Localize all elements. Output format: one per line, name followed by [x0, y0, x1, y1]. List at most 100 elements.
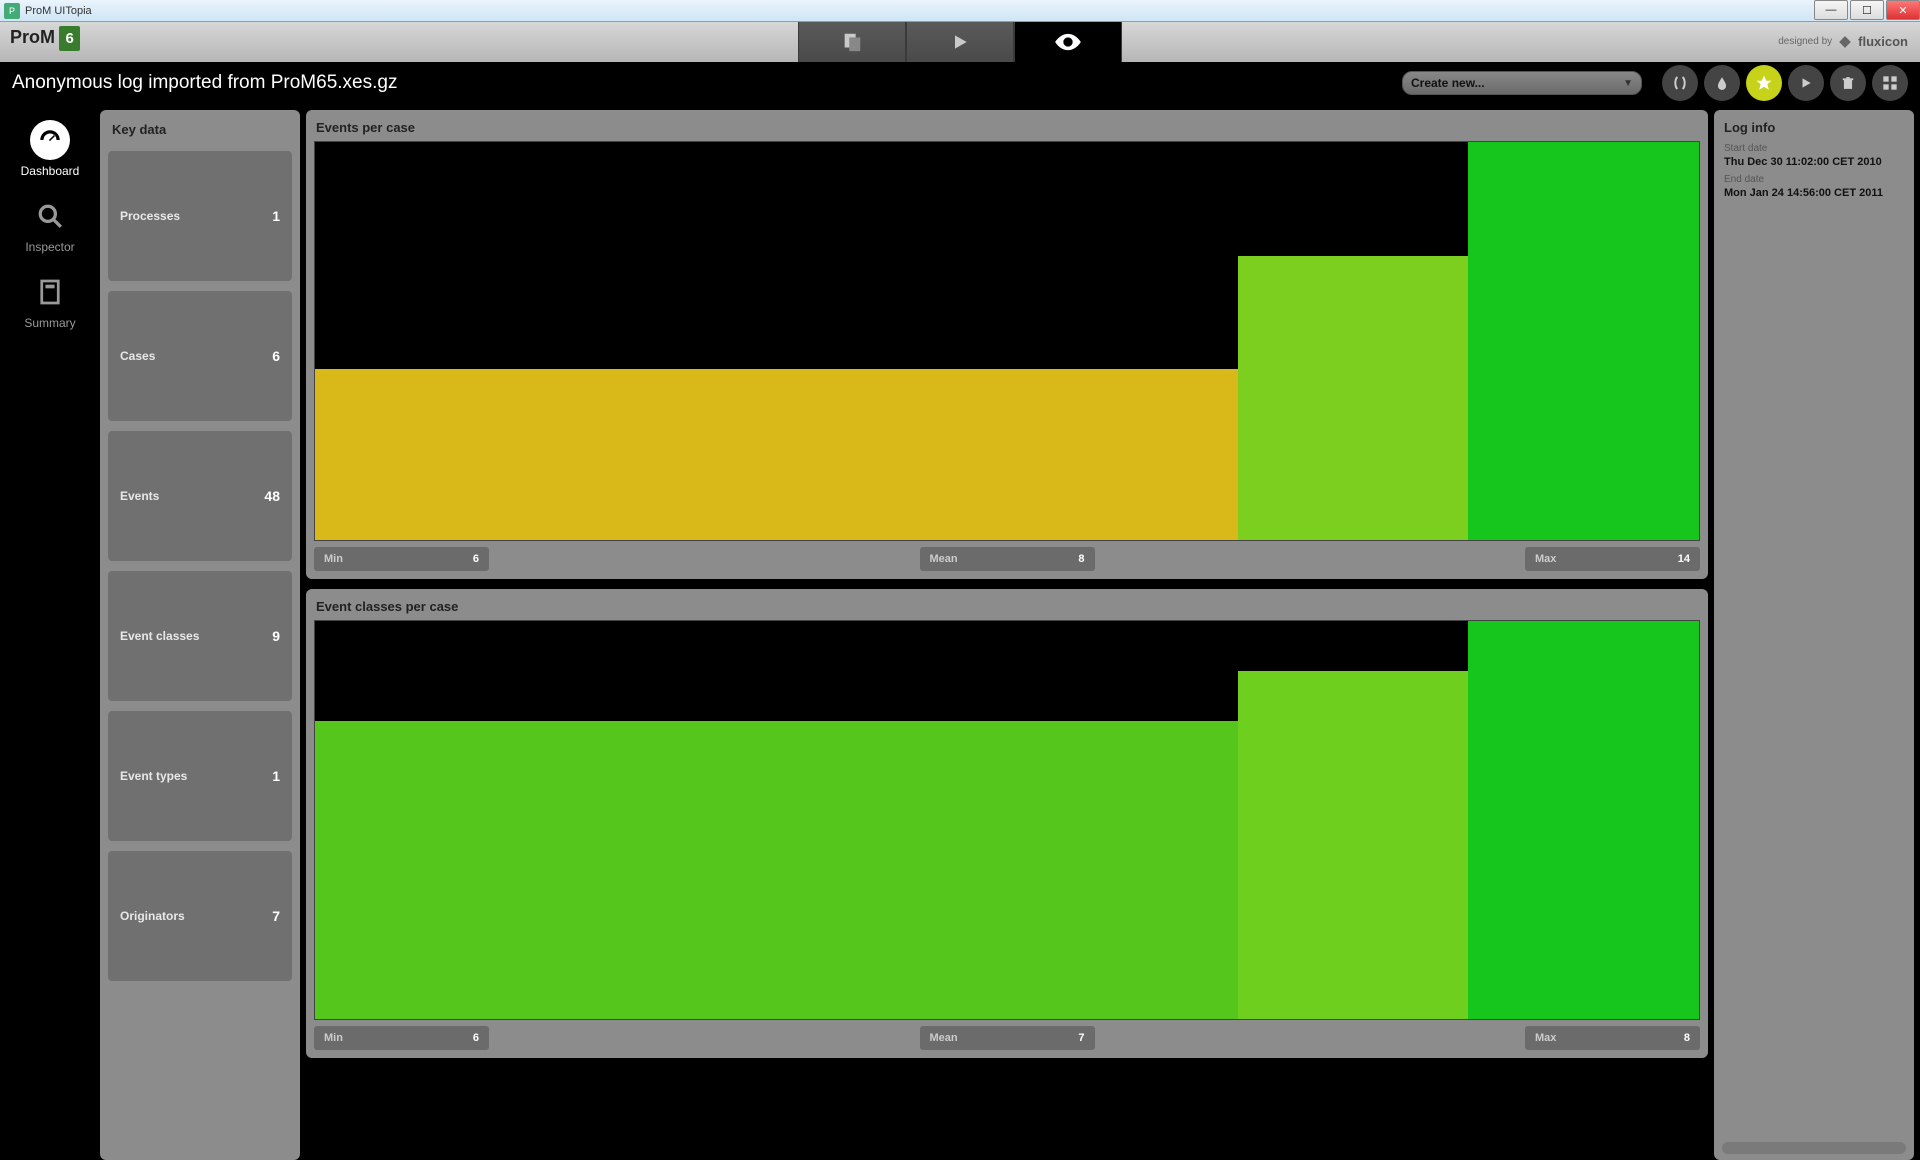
run-button[interactable] [1788, 65, 1824, 101]
stat-value: 14 [1678, 553, 1690, 565]
kd-label: Event types [120, 769, 187, 783]
tab-actions[interactable] [906, 22, 1014, 62]
app-header: ProM 6 designed by fluxicon [0, 22, 1920, 62]
logo-text: ProM [10, 27, 55, 47]
chart-bar [315, 721, 546, 1020]
drop-icon [1715, 74, 1729, 92]
maximize-button[interactable]: ☐ [1850, 0, 1884, 20]
chevron-down-icon: ▼ [1623, 78, 1633, 89]
filter-button[interactable] [1704, 65, 1740, 101]
nav-inspector-label: Inspector [14, 240, 86, 254]
stat-value: 6 [473, 553, 479, 565]
stat-label: Min [324, 553, 343, 565]
nav-dashboard[interactable]: Dashboard [14, 120, 86, 178]
stat-label: Max [1535, 1032, 1556, 1044]
stat-label: Min [324, 1032, 343, 1044]
kd-cases[interactable]: Cases 6 [108, 291, 292, 421]
start-date-label: Start date [1724, 143, 1904, 154]
stat-mean: Mean 7 [920, 1026, 1095, 1050]
event-classes-per-case-panel: Event classes per case Min 6 Mean 7 Max … [306, 589, 1708, 1058]
refresh-button[interactable] [1662, 65, 1698, 101]
close-button[interactable]: ✕ [1886, 0, 1920, 20]
chart-bar [1238, 671, 1469, 1019]
brand-designed-by: designed by [1778, 36, 1832, 47]
trash-icon [1841, 75, 1855, 91]
kd-label: Cases [120, 349, 155, 363]
chart-bar [1468, 621, 1699, 1019]
stat-max: Max 14 [1525, 547, 1700, 571]
magnifier-icon [30, 196, 70, 236]
chart-bar [1007, 369, 1238, 540]
start-date-value: Thu Dec 30 11:02:00 CET 2010 [1724, 156, 1904, 168]
favorite-button[interactable] [1746, 65, 1782, 101]
end-date-label: End date [1724, 174, 1904, 185]
chart-bar [776, 721, 1007, 1020]
stat-value: 6 [473, 1032, 479, 1044]
kd-value: 48 [264, 488, 280, 504]
brand-company: fluxicon [1858, 34, 1908, 49]
chart-bar [1468, 142, 1699, 540]
page-title: Anonymous log imported from ProM65.xes.g… [12, 72, 1402, 94]
stat-label: Mean [930, 553, 958, 565]
chart-title: Events per case [314, 116, 1700, 141]
kd-label: Originators [120, 909, 185, 923]
mode-tabs [798, 22, 1122, 62]
log-info-title: Log info [1724, 120, 1904, 135]
kd-label: Processes [120, 209, 180, 223]
kd-value: 1 [272, 768, 280, 784]
toolbar: Anonymous log imported from ProM65.xes.g… [0, 62, 1920, 104]
delete-button[interactable] [1830, 65, 1866, 101]
tab-workspace[interactable] [798, 22, 906, 62]
event-classes-per-case-chart [314, 620, 1700, 1020]
chart-bar [546, 369, 777, 540]
grid-button[interactable] [1872, 65, 1908, 101]
stat-value: 8 [1078, 553, 1084, 565]
kd-event-types[interactable]: Event types 1 [108, 711, 292, 841]
kd-value: 6 [272, 348, 280, 364]
nav-summary[interactable]: Summary [14, 272, 86, 330]
stat-min: Min 6 [314, 547, 489, 571]
workspace-icon [841, 31, 863, 53]
play-small-icon [1799, 76, 1813, 90]
app-logo: ProM 6 [8, 26, 80, 51]
stats-row: Min 6 Mean 7 Max 8 [314, 1026, 1700, 1050]
tab-view[interactable] [1014, 22, 1122, 62]
stat-label: Max [1535, 553, 1556, 565]
chart-bar [546, 721, 777, 1020]
key-data-title: Key data [108, 118, 292, 141]
create-new-label: Create new... [1411, 76, 1485, 90]
nav-summary-label: Summary [14, 316, 86, 330]
scrollbar[interactable] [1722, 1142, 1906, 1154]
chart-bar [315, 369, 546, 540]
window-titlebar: P ProM UITopia — ☐ ✕ [0, 0, 1920, 22]
kd-value: 7 [272, 908, 280, 924]
chart-bar [776, 369, 1007, 540]
eye-icon [1054, 33, 1082, 51]
stats-row: Min 6 Mean 8 Max 14 [314, 547, 1700, 571]
chart-title: Event classes per case [314, 595, 1700, 620]
brand-credit: designed by fluxicon [1778, 34, 1908, 49]
fluxicon-logo-icon [1838, 35, 1852, 49]
kd-originators[interactable]: Originators 7 [108, 851, 292, 981]
kd-value: 1 [272, 208, 280, 224]
charts-column: Events per case Min 6 Mean 8 Max 14 [306, 110, 1708, 1160]
events-per-case-chart [314, 141, 1700, 541]
stat-max: Max 8 [1525, 1026, 1700, 1050]
kd-value: 9 [272, 628, 280, 644]
stat-value: 7 [1078, 1032, 1084, 1044]
minimize-button[interactable]: — [1814, 0, 1848, 20]
kd-label: Event classes [120, 629, 199, 643]
grid-icon [1882, 75, 1898, 91]
side-nav: Dashboard Inspector Summary [6, 110, 94, 1160]
stat-value: 8 [1684, 1032, 1690, 1044]
window-title: ProM UITopia [25, 5, 92, 17]
stat-min: Min 6 [314, 1026, 489, 1050]
kd-events[interactable]: Events 48 [108, 431, 292, 561]
app-icon: P [4, 3, 20, 19]
kd-event-classes[interactable]: Event classes 9 [108, 571, 292, 701]
create-new-dropdown[interactable]: Create new... ▼ [1402, 71, 1642, 95]
nav-inspector[interactable]: Inspector [14, 196, 86, 254]
play-icon [950, 32, 970, 52]
kd-processes[interactable]: Processes 1 [108, 151, 292, 281]
logo-version-badge: 6 [59, 26, 79, 51]
